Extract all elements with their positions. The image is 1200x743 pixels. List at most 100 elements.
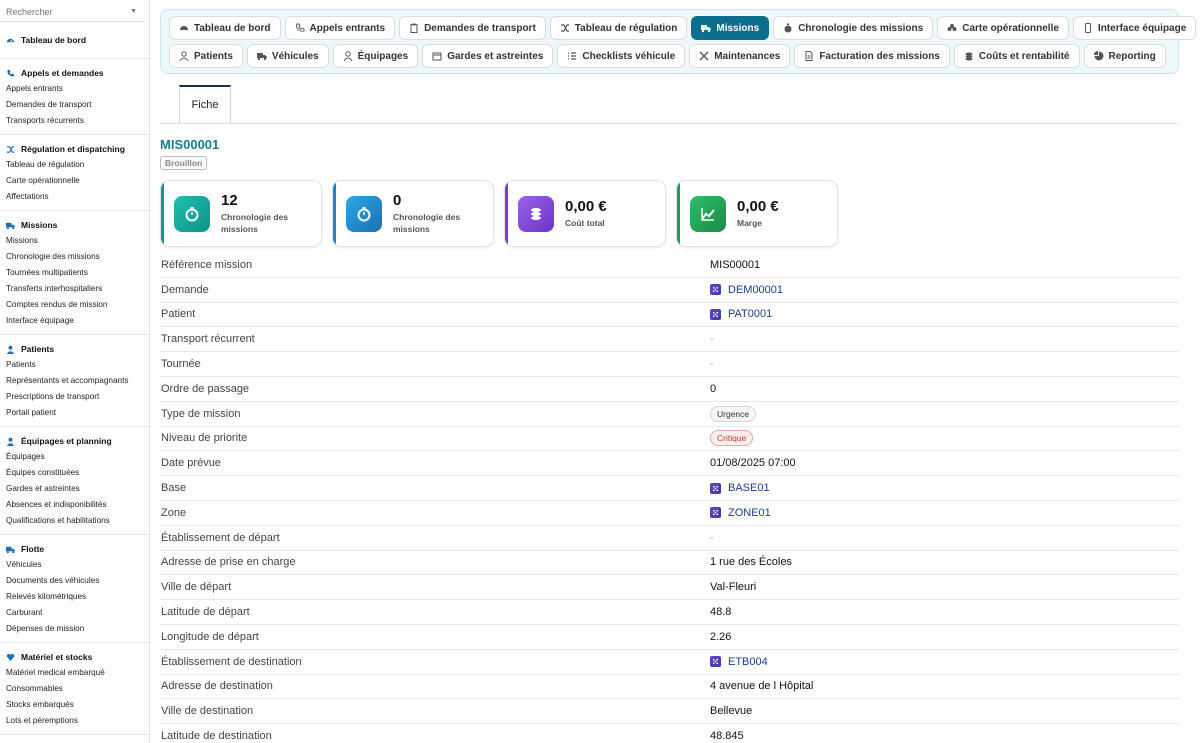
nav-button[interactable]: Tableau de bord bbox=[169, 16, 281, 40]
card-accent-bar bbox=[505, 181, 508, 246]
sidebar-item[interactable]: Appels entrants bbox=[0, 81, 149, 97]
field-value: Bellevue bbox=[710, 705, 753, 718]
sidebar-item[interactable]: Comptes rendus de mission bbox=[0, 297, 149, 313]
sidebar-item[interactable]: Prescriptions de transport bbox=[0, 389, 149, 405]
sidebar-item[interactable]: Équipages bbox=[0, 449, 149, 465]
nav-button-label: Tableau de bord bbox=[194, 22, 271, 34]
nav-button[interactable]: Coûts et rentabilité bbox=[953, 44, 1080, 68]
chevron-down-icon[interactable]: ▼ bbox=[130, 8, 137, 15]
search-box[interactable]: ▼ bbox=[0, 2, 143, 22]
search-input[interactable] bbox=[6, 6, 116, 17]
record-link[interactable]: PAT0001 bbox=[728, 308, 772, 320]
sidebar-section-header[interactable]: Matériel et stocks bbox=[0, 649, 149, 665]
nav-button-label: Chronologie des missions bbox=[798, 22, 924, 34]
nav-button[interactable]: Appels entrants bbox=[284, 16, 396, 40]
field-label: Latitude de destination bbox=[161, 730, 272, 743]
field-value: 4 avenue de l Hôpital bbox=[710, 680, 814, 693]
sidebar-item[interactable]: Patients bbox=[0, 357, 149, 373]
pie-chart-icon bbox=[1093, 51, 1104, 61]
summary-card[interactable]: 0,00 € Coût total bbox=[504, 180, 666, 247]
nav-button[interactable]: Reporting bbox=[1083, 44, 1166, 68]
field-value[interactable]: BASE01 bbox=[710, 482, 770, 494]
summary-card[interactable]: 0,00 € Marge bbox=[676, 180, 838, 247]
sidebar-section-header[interactable]: Équipages et planning bbox=[0, 433, 149, 449]
sidebar-item[interactable]: Transports récurrents bbox=[0, 113, 149, 129]
field-value: 1 rue des Écoles bbox=[710, 556, 792, 569]
coins-icon bbox=[518, 195, 554, 232]
nav-button[interactable]: Demandes de transport bbox=[399, 16, 546, 40]
nav-button[interactable]: Tableau de régulation bbox=[549, 16, 688, 40]
card-label: Chronologie des missions bbox=[221, 212, 289, 234]
nav-button[interactable]: Équipages bbox=[332, 44, 419, 68]
sidebar-item[interactable]: Consommables bbox=[0, 681, 149, 697]
sidebar-item[interactable]: Carburant bbox=[0, 605, 149, 621]
summary-card[interactable]: 12 Chronologie des missions bbox=[160, 180, 322, 247]
sidebar-item[interactable]: Carte opérationnelle bbox=[0, 173, 149, 189]
nav-button[interactable]: Véhicules bbox=[246, 44, 329, 68]
sidebar-item[interactable]: Transferts interhospitaliers bbox=[0, 281, 149, 297]
sidebar-item[interactable]: Demandes de transport bbox=[0, 97, 149, 113]
sidebar-section: Appels et demandes Appels entrants Demande… bbox=[0, 59, 149, 135]
summary-card[interactable]: 0 Chronologie des missions bbox=[332, 180, 494, 247]
nav-button[interactable]: Gardes et astreintes bbox=[422, 44, 554, 68]
field-value[interactable]: ZONE01 bbox=[710, 507, 771, 519]
sidebar-item[interactable]: Affectations bbox=[0, 189, 149, 205]
truck-icon bbox=[6, 545, 15, 554]
shuffle-icon bbox=[560, 23, 570, 33]
sidebar-item[interactable]: Qualifications et habilitations bbox=[0, 513, 149, 529]
sidebar-item[interactable]: Interface équipage bbox=[0, 313, 149, 329]
nav-button[interactable]: Maintenances bbox=[689, 44, 791, 68]
record-link[interactable]: BASE01 bbox=[728, 482, 770, 494]
tools-icon bbox=[699, 51, 709, 61]
sidebar-item[interactable]: Gardes et astreintes bbox=[0, 481, 149, 497]
nav-button[interactable]: Chronologie des missions bbox=[773, 16, 934, 40]
nav-button[interactable]: Carte opérationnelle bbox=[937, 16, 1069, 40]
field-value[interactable]: ETB004 bbox=[710, 656, 768, 668]
nav-button[interactable]: Interface équipage bbox=[1072, 16, 1197, 40]
record-link[interactable]: ETB004 bbox=[728, 656, 768, 668]
field-label: Date prévue bbox=[161, 457, 221, 470]
card-label: Chronologie des missions bbox=[393, 212, 461, 234]
sidebar-item[interactable]: Équipes constituées bbox=[0, 465, 149, 481]
sidebar-section-header[interactable]: Patients bbox=[0, 341, 149, 357]
sidebar-item[interactable]: Stocks embarqués bbox=[0, 697, 149, 713]
sidebar-section-header[interactable]: Flotte bbox=[0, 541, 149, 557]
sidebar-section-header[interactable]: Appels et demandes bbox=[0, 65, 149, 81]
field-value[interactable]: DEM00001 bbox=[710, 284, 783, 296]
sidebar-item[interactable]: Missions bbox=[0, 233, 149, 249]
sidebar-item-dashboard[interactable]: Tableau de bord bbox=[0, 32, 149, 48]
sidebar-item[interactable]: Représentants et accompagnants bbox=[0, 373, 149, 389]
nav-button-label: Équipages bbox=[357, 50, 409, 62]
nav-button[interactable]: Checklists véhicule bbox=[557, 44, 686, 68]
sidebar-item[interactable]: Chronologie des missions bbox=[0, 249, 149, 265]
value-badge: Urgence bbox=[710, 405, 757, 422]
sidebar-item[interactable]: Véhicules bbox=[0, 557, 149, 573]
sidebar-section-header[interactable]: Régulation et dispatching bbox=[0, 141, 149, 157]
sidebar-item[interactable]: Tournées multipatients bbox=[0, 265, 149, 281]
nav-button[interactable]: Patients bbox=[169, 44, 243, 68]
nav-button-active[interactable]: Missions bbox=[691, 16, 770, 40]
sidebar-item[interactable]: Dépenses de mission bbox=[0, 621, 149, 637]
field-value[interactable]: PAT0001 bbox=[710, 308, 772, 320]
nav-button[interactable]: Facturation des missions bbox=[794, 44, 950, 68]
card-accent-bar bbox=[333, 181, 336, 246]
record-link[interactable]: ZONE01 bbox=[728, 507, 771, 519]
field-label: Latitude de départ bbox=[161, 606, 250, 619]
field-row: Établissement de destination ETB004 bbox=[160, 650, 1179, 675]
sidebar-section: Missions Missions Chronologie des missions… bbox=[0, 211, 149, 335]
card-accent-bar bbox=[677, 181, 680, 246]
sidebar-item[interactable]: Matériel medical embarqué bbox=[0, 665, 149, 681]
sidebar-item[interactable]: Portail patient bbox=[0, 405, 149, 421]
tab-fiche[interactable]: Fiche bbox=[179, 85, 231, 123]
field-row: Latitude de départ 48.8 bbox=[160, 600, 1179, 625]
sidebar-section-header[interactable]: Missions bbox=[0, 217, 149, 233]
sidebar-item[interactable]: Absences et indisponibilités bbox=[0, 497, 149, 513]
record-link[interactable]: DEM00001 bbox=[728, 284, 783, 296]
sidebar-item[interactable]: Relevés kilométriques bbox=[0, 589, 149, 605]
sidebar-item[interactable]: Lots et péremptions bbox=[0, 713, 149, 729]
field-label: Ordre de passage bbox=[161, 382, 250, 395]
sidebar-item[interactable]: Tableau de régulation bbox=[0, 157, 149, 173]
sidebar-item[interactable]: Documents des véhicules bbox=[0, 573, 149, 589]
field-label: Demande bbox=[161, 283, 209, 296]
sidebar-section: Patients Patients Représentants et accompa… bbox=[0, 335, 149, 427]
